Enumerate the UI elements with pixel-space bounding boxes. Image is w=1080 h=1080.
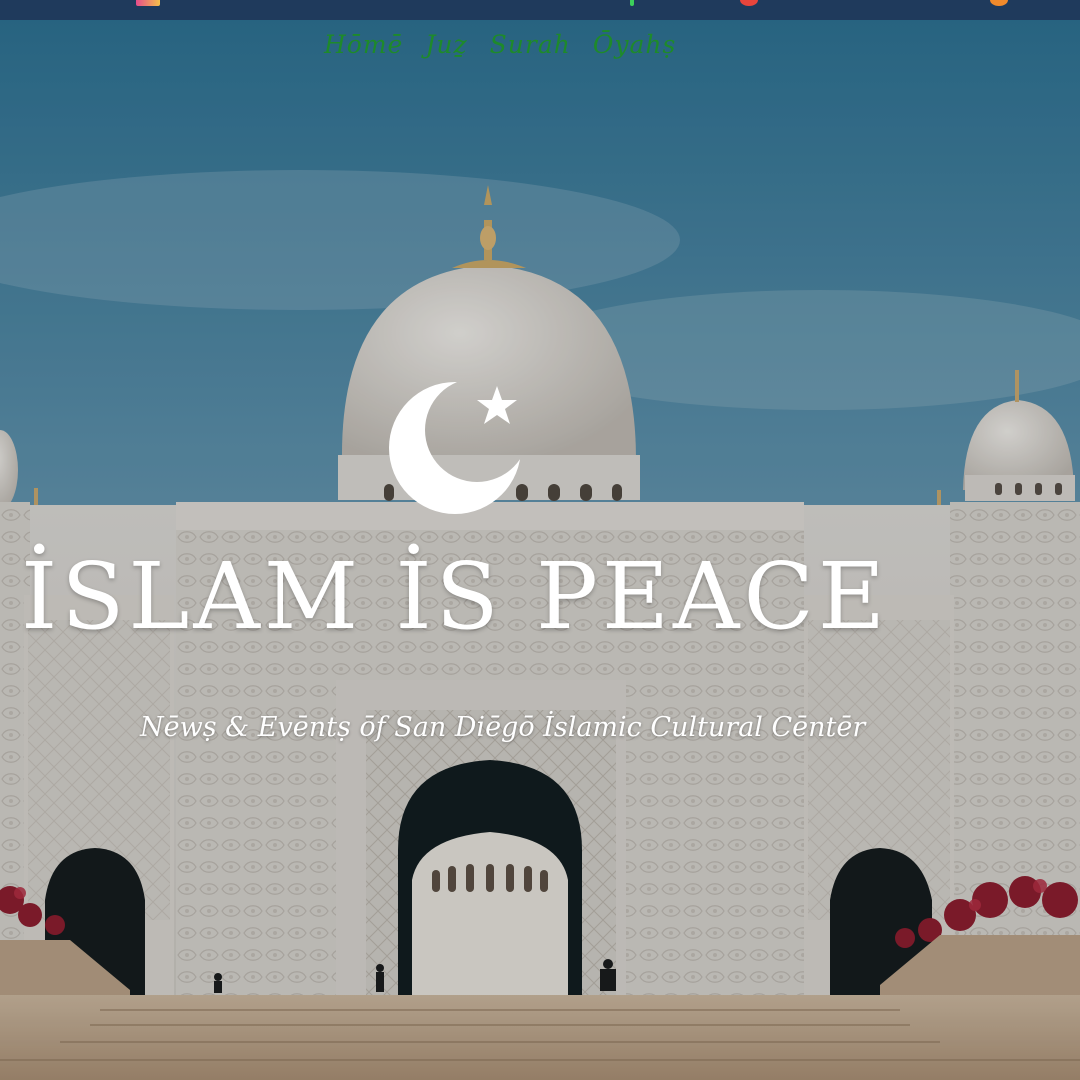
hero-title: İSLAM İS PEACE	[20, 543, 889, 650]
nav-surah-link[interactable]: Surah	[490, 30, 571, 59]
nav-juz-link[interactable]: Juẕ	[425, 30, 467, 59]
main-nav: Hōmē Juẕ Surah Ōyahṣ	[324, 30, 676, 59]
nav-home-link[interactable]: Hōmē	[324, 30, 403, 59]
nav-ayahs-link[interactable]: Ōyahṣ	[593, 30, 676, 59]
bookmark-favicon[interactable]	[990, 0, 1008, 6]
hero-subtitle: Nēwṣ & Evēntṣ ōf San Diēgō İslamic Cultu…	[140, 712, 866, 743]
bookmark-favicon[interactable]	[630, 0, 634, 6]
crescent-star-icon	[389, 382, 521, 514]
bookmark-favicon[interactable]	[136, 0, 160, 6]
browser-bookmarks-bar	[0, 0, 1080, 20]
bookmark-favicon[interactable]	[740, 0, 758, 6]
